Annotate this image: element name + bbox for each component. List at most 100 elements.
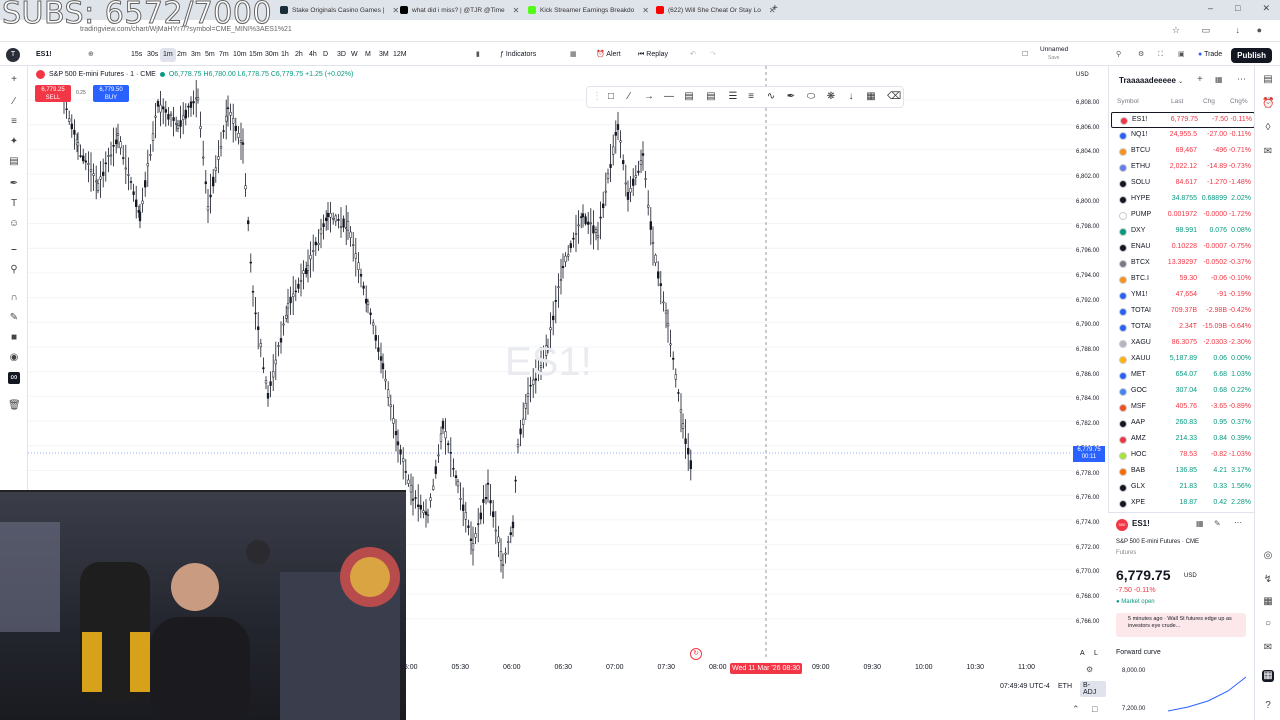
price-axis[interactable]: USD 6,808.00 6,806.00 6,804.00 6,802.00 6,80… bbox=[1072, 66, 1108, 660]
camera-icon[interactable]: ▣ bbox=[1178, 48, 1185, 62]
zoom-icon[interactable]: ⚲ bbox=[8, 264, 20, 276]
maximize-panel-icon[interactable]: □ bbox=[1092, 704, 1097, 714]
more-icon[interactable]: ⋯ bbox=[1237, 74, 1246, 85]
watchlist-row[interactable]: HYPE 34.8755 0.68899 2.02% bbox=[1111, 192, 1255, 208]
close-window-icon[interactable]: ✕ bbox=[1262, 3, 1270, 14]
watchlist-row[interactable]: ES1! 6,779.75 -7.50 -0.11% bbox=[1111, 112, 1255, 128]
watchlist-row[interactable]: SOLU 84.617 -1.270 -1.48% bbox=[1111, 176, 1255, 192]
interval-M[interactable]: M bbox=[362, 48, 374, 62]
pattern-icon[interactable]: ✦ bbox=[8, 136, 20, 148]
col-chg[interactable]: Chg bbox=[1203, 98, 1215, 105]
browser-tab[interactable]: (622) Will She Cheat Or Stay Lo ✕ bbox=[648, 0, 784, 20]
parallel-channel-icon[interactable]: ▤ bbox=[683, 91, 695, 103]
replay-button[interactable]: ⏮ Replay bbox=[638, 48, 668, 62]
gann-icon[interactable]: ❋ bbox=[825, 91, 837, 103]
layout-icon[interactable]: ▦ bbox=[570, 48, 577, 62]
alert-button[interactable]: ⏰ Alert bbox=[596, 48, 621, 62]
stay-drawing-icon[interactable]: ✎ bbox=[8, 312, 20, 324]
watchlist-title[interactable]: Traaaaadeeeee ⌄ bbox=[1119, 76, 1183, 85]
watchlist-icon[interactable]: ▤ bbox=[1262, 74, 1274, 86]
interval-4h[interactable]: 4h bbox=[306, 48, 320, 62]
layout-name[interactable]: Unnamed Save bbox=[1040, 46, 1068, 61]
vertical-line-icon[interactable]: ↓ bbox=[845, 91, 857, 103]
pitchfork-icon[interactable]: ☰ bbox=[727, 91, 739, 103]
watchlist-row[interactable]: GOC 307.04 0.68 0.22% bbox=[1111, 384, 1255, 400]
download-icon[interactable]: ↓ bbox=[1236, 25, 1241, 35]
apps-icon[interactable]: ▦ bbox=[1262, 670, 1274, 682]
interval-15s[interactable]: 15s bbox=[128, 48, 145, 62]
projection-icon[interactable]: ▤ bbox=[8, 156, 20, 168]
chevron-up-icon[interactable]: ⌃ bbox=[1072, 704, 1080, 715]
drag-handle-icon[interactable]: ⋮ bbox=[591, 91, 603, 103]
legend-title[interactable]: S&P 500 E-mini Futures · 1 · CME bbox=[49, 71, 156, 78]
settings-icon[interactable]: ⚙ bbox=[1086, 665, 1093, 674]
more-icon[interactable]: ⋯ bbox=[1234, 518, 1242, 527]
emoji-icon[interactable]: ☺ bbox=[8, 218, 20, 230]
interval-D[interactable]: D bbox=[320, 48, 331, 62]
browser-tab[interactable]: Kick Streamer Earnings Breakdo ✕ bbox=[520, 0, 657, 20]
log-scale-toggle[interactable]: L bbox=[1094, 650, 1098, 657]
trade-button[interactable]: ● Trade bbox=[1198, 48, 1222, 62]
add-symbol-icon[interactable]: + bbox=[1197, 74, 1203, 85]
target-icon[interactable]: ◎ bbox=[1262, 550, 1274, 562]
edit-icon[interactable]: ✎ bbox=[1214, 519, 1221, 528]
checkbox-icon[interactable]: ☐ bbox=[1022, 48, 1028, 62]
interval-12M[interactable]: 12M bbox=[390, 48, 410, 62]
detail-name[interactable]: S&P 500 E-mini Futures · CME bbox=[1116, 539, 1199, 545]
signal-icon[interactable]: ↯ bbox=[1262, 574, 1274, 586]
news-banner[interactable]: 5 minutes ago · Wall St futures edge up … bbox=[1116, 613, 1246, 637]
user-avatar[interactable]: T bbox=[6, 48, 20, 62]
watchlist-row[interactable]: HOC 78.53 -0.82 -1.03% bbox=[1111, 448, 1255, 464]
col-symbol[interactable]: Symbol bbox=[1117, 98, 1139, 105]
chart-type-icon[interactable]: ▮ bbox=[476, 48, 480, 62]
backadjust-toggle[interactable]: B-ADJ bbox=[1080, 681, 1106, 697]
detail-symbol[interactable]: ES1! bbox=[1132, 519, 1150, 528]
advanced-view-icon[interactable]: ▦ bbox=[1215, 75, 1223, 84]
watchlist-row[interactable]: BTC.I 59.30 -0.06 -0.10% bbox=[1111, 272, 1255, 288]
watchlist-row[interactable]: ENAU 0.10228 -0.0007 -0.75% bbox=[1111, 240, 1255, 256]
zigzag-icon[interactable]: ∿ bbox=[765, 91, 777, 103]
grid-icon[interactable]: ▦ bbox=[865, 91, 877, 103]
trendline-icon[interactable]: ∕ bbox=[623, 91, 635, 103]
redo-icon[interactable]: ↷ bbox=[710, 48, 716, 62]
sell-button[interactable]: 6,779.25 SELL bbox=[35, 85, 71, 102]
currency-label[interactable]: USD bbox=[1076, 72, 1089, 78]
watchlist-row[interactable]: ETHU 2,022.12 -14.89 -0.73% bbox=[1111, 160, 1255, 176]
symbol-search[interactable]: ES1! bbox=[36, 48, 52, 62]
brush-icon[interactable]: ✒ bbox=[8, 178, 20, 190]
close-tab-icon[interactable]: ✕ bbox=[513, 6, 520, 15]
watchlist-row[interactable]: NQ1! 24,955.5 -27.00 -0.11% bbox=[1111, 128, 1255, 144]
fib-icon[interactable]: ≡ bbox=[8, 116, 20, 128]
crosshair-icon[interactable]: + bbox=[8, 74, 20, 86]
brush-icon[interactable]: ✒ bbox=[785, 91, 797, 103]
watchlist-row[interactable]: MSF 405.76 -3.65 -0.89% bbox=[1111, 400, 1255, 416]
watchlist-row[interactable]: GLX 21.83 0.33 1.56% bbox=[1111, 480, 1255, 496]
watchlist-row[interactable]: MET 654.07 6.68 1.03% bbox=[1111, 368, 1255, 384]
notifications-icon[interactable]: ✉ bbox=[1262, 642, 1274, 654]
trendline-icon[interactable]: ∕ bbox=[8, 96, 20, 108]
clock[interactable]: 07:49:49 UTC-4 bbox=[1000, 683, 1050, 690]
interval-1h[interactable]: 1h bbox=[278, 48, 292, 62]
watchlist-row[interactable]: XAUU 5,187.89 0.06 0.00% bbox=[1111, 352, 1255, 368]
extensions-icon[interactable]: ▭ bbox=[1201, 25, 1210, 36]
chat-bubble-icon[interactable]: ○ bbox=[1262, 618, 1274, 630]
horizontal-ray-icon[interactable]: → bbox=[643, 91, 655, 103]
eye-icon[interactable]: ◉ bbox=[8, 352, 20, 364]
watchlist-row[interactable]: XPE 18.87 0.42 2.28% bbox=[1111, 496, 1255, 512]
undo-icon[interactable]: ↶ bbox=[690, 48, 696, 62]
session-toggle[interactable]: ETH bbox=[1058, 683, 1072, 690]
watchlist-row[interactable]: TOTAI 2.34T -15.09B -0.64% bbox=[1111, 320, 1255, 336]
watchlist-row[interactable]: AMZ 214.33 0.84 0.39% bbox=[1111, 432, 1255, 448]
interval-2h[interactable]: 2h bbox=[292, 48, 306, 62]
ellipse-icon[interactable]: ⬭ bbox=[805, 91, 817, 103]
watchlist-row[interactable]: XAGU 86.3075 -2.0303 -2.30% bbox=[1111, 336, 1255, 352]
col-last[interactable]: Last bbox=[1171, 98, 1183, 105]
col-chg-pct[interactable]: Chg% bbox=[1230, 98, 1248, 105]
browser-tab[interactable]: Stake Originals Casino Games | ✕ bbox=[272, 0, 407, 20]
magnet-icon[interactable]: ∩ bbox=[8, 292, 20, 304]
bookmark-star-icon[interactable]: ☆ bbox=[1172, 25, 1180, 36]
watchlist-row[interactable]: TOTAI 709.37B -2.98B -0.42% bbox=[1111, 304, 1255, 320]
watchlist-row[interactable]: YM1! 47,654 -91 -0.19% bbox=[1111, 288, 1255, 304]
chat-icon[interactable]: ✉ bbox=[1262, 146, 1274, 158]
compare-icon[interactable]: ⊕ bbox=[88, 48, 94, 62]
